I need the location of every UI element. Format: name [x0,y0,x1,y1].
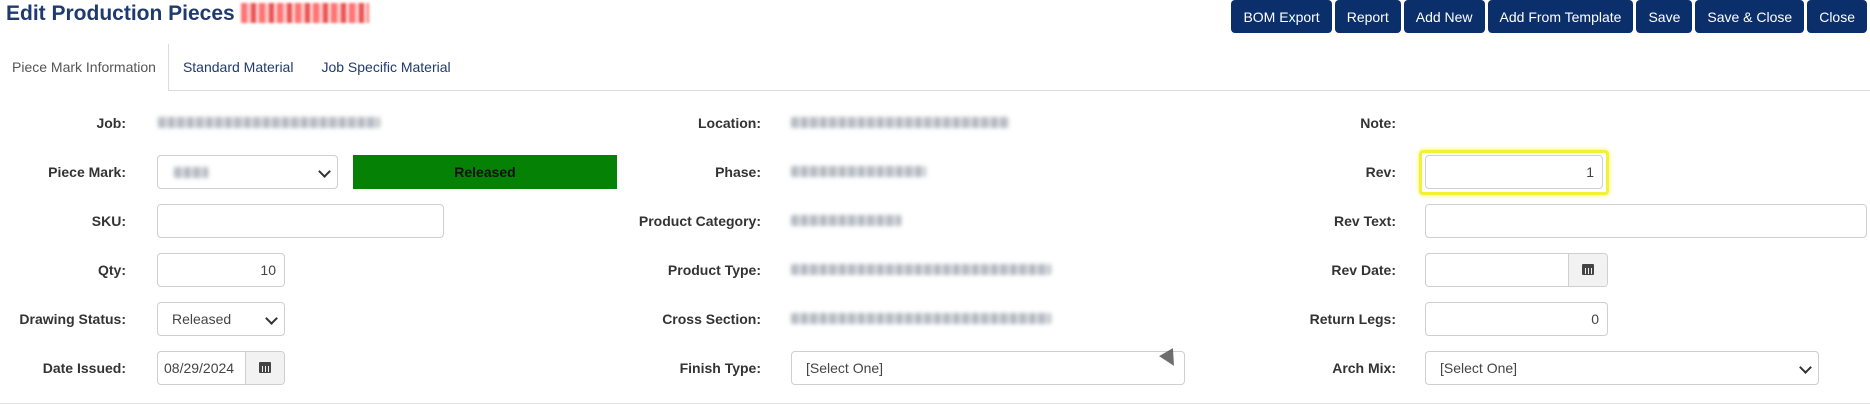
tab-job-specific-material[interactable]: Job Specific Material [305,44,462,90]
rev-label: Rev: [1365,164,1396,180]
cross-section-value-redacted [791,313,1051,324]
product-category-value-redacted [791,215,901,226]
drawing-status-label: Drawing Status: [19,311,126,327]
job-value-redacted [158,117,380,128]
finish-type-label: Finish Type: [679,360,761,376]
location-label: Location: [698,115,761,131]
phase-value-redacted [791,166,926,177]
date-issued-label: Date Issued: [42,360,126,376]
drawing-status-select[interactable]: Released [157,302,285,336]
save-button[interactable]: Save [1636,0,1693,33]
add-new-button[interactable]: Add New [1403,0,1485,33]
tab-piece-mark-information[interactable]: Piece Mark Information [0,44,169,91]
return-legs-label: Return Legs: [1309,311,1396,327]
calendar-icon [259,362,271,373]
piece-mark-value-redacted [174,167,208,178]
date-issued-value: 08/29/2024 [164,360,235,376]
status-badge: Released [353,155,617,189]
arch-mix-select[interactable]: [Select One] [1425,351,1819,385]
page-title: Edit Production Pieces [6,2,369,26]
toolbar: BOM Export Report Add New Add From Templ… [1231,0,1867,33]
tab-bar: Piece Mark Information Standard Material… [0,44,1870,91]
job-label: Job: [96,115,126,131]
save-and-close-button[interactable]: Save & Close [1695,0,1805,33]
cross-section-label: Cross Section: [662,311,761,327]
page-title-text: Edit Production Pieces [6,2,235,25]
sku-field[interactable] [157,204,444,238]
chevron-down-icon [318,165,331,178]
report-button[interactable]: Report [1334,0,1401,33]
rev-field[interactable] [1425,155,1603,189]
rev-text-field[interactable] [1425,204,1867,238]
tab-standard-material[interactable]: Standard Material [169,44,306,90]
rev-date-calendar-button[interactable] [1568,254,1607,286]
qty-label: Qty: [98,262,126,278]
arch-mix-value: [Select One] [1440,360,1518,376]
bom-export-button[interactable]: BOM Export [1231,0,1332,33]
rev-text-label: Rev Text: [1334,213,1396,229]
date-issued-calendar-button[interactable] [245,352,284,384]
return-legs-field[interactable] [1425,302,1608,336]
close-button[interactable]: Close [1807,0,1867,33]
date-issued-field[interactable]: 08/29/2024 [157,351,285,385]
rev-date-label: Rev Date: [1331,262,1396,278]
note-label: Note: [1360,115,1396,131]
sku-label: SKU: [91,213,126,229]
finish-type-value: [Select One] [806,360,884,376]
product-category-label: Product Category: [638,213,761,229]
product-type-label: Product Type: [667,262,761,278]
drawing-status-value: Released [172,311,232,327]
product-type-value-redacted [791,264,1051,275]
chevron-down-icon [1799,361,1812,374]
form-bottom-divider [0,403,1870,404]
rev-date-field[interactable] [1425,253,1608,287]
calendar-icon [1582,264,1594,275]
piece-mark-select[interactable] [157,155,338,189]
arch-mix-label: Arch Mix: [1332,360,1396,376]
phase-label: Phase: [715,164,761,180]
piece-mark-label: Piece Mark: [48,164,126,180]
chevron-down-icon [265,312,278,325]
redacted-title-suffix [240,3,369,23]
finish-type-select[interactable]: [Select One] [791,351,1185,385]
add-from-template-button[interactable]: Add From Template [1487,0,1634,33]
location-value-redacted [791,117,1009,128]
qty-field[interactable] [157,253,285,287]
